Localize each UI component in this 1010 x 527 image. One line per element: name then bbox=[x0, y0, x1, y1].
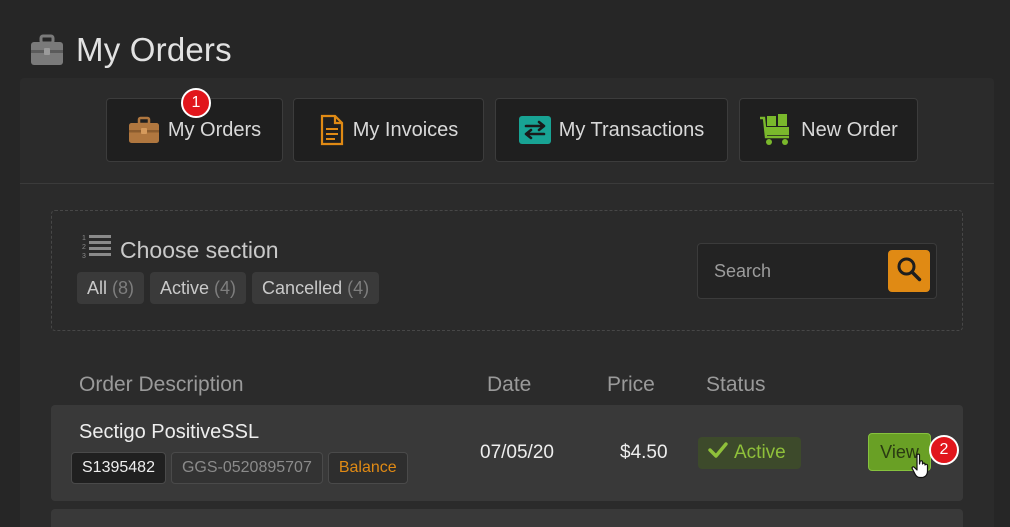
step-badge: 1 bbox=[181, 88, 211, 118]
status-badge: Active bbox=[698, 437, 801, 469]
filter-label: Cancelled bbox=[262, 277, 343, 298]
tab-my-invoices[interactable]: My Invoices bbox=[293, 98, 484, 162]
svg-text:1: 1 bbox=[82, 235, 86, 242]
column-header-description: Order Description bbox=[79, 373, 244, 396]
column-header-date: Date bbox=[487, 373, 532, 396]
column-header-price: Price bbox=[607, 373, 655, 396]
column-header-status: Status bbox=[706, 373, 766, 396]
nav-tabs: My Orders My Invoices My Transactions Ne… bbox=[20, 78, 994, 184]
svg-text:2: 2 bbox=[82, 244, 86, 251]
check-icon bbox=[708, 442, 728, 464]
tab-my-transactions[interactable]: My Transactions bbox=[495, 98, 728, 162]
page-title: My Orders bbox=[76, 31, 232, 68]
filter-all[interactable]: All (8) bbox=[77, 272, 145, 304]
filter-count: (4) bbox=[214, 277, 237, 298]
document-icon bbox=[319, 114, 345, 146]
order-id-tag: S1395482 bbox=[71, 452, 166, 484]
filter-count: (8) bbox=[112, 277, 135, 298]
briefcase-icon bbox=[28, 31, 66, 69]
order-price: $4.50 bbox=[620, 442, 668, 463]
filter-count: (4) bbox=[347, 277, 370, 298]
order-reference-tag: GGS-0520895707 bbox=[170, 452, 323, 484]
filter-label: Active bbox=[160, 277, 210, 298]
search-button[interactable] bbox=[888, 250, 930, 292]
tab-label: My Orders bbox=[167, 118, 262, 141]
tab-label: My Invoices bbox=[352, 118, 459, 141]
table-row: Sectigo PositiveSSL S1395482 GGS-0520895… bbox=[51, 405, 963, 501]
payment-method-tag: Balance bbox=[327, 452, 408, 484]
status-label: Active bbox=[734, 442, 786, 463]
briefcase-icon bbox=[128, 116, 160, 144]
tab-label: My Transactions bbox=[558, 118, 705, 141]
table-row bbox=[51, 509, 963, 527]
order-date: 07/05/20 bbox=[480, 442, 554, 463]
product-name: Sectigo PositiveSSL bbox=[79, 421, 260, 443]
choose-section-heading: 1 2 3 Choose section bbox=[82, 233, 279, 267]
hand-pointer-icon bbox=[911, 453, 931, 479]
search-icon bbox=[896, 256, 922, 287]
order-tags: S1395482 GGS-0520895707 Balance bbox=[71, 452, 408, 484]
filter-label: All bbox=[87, 277, 108, 298]
filter-options: All (8) Active (4) Cancelled (4) bbox=[77, 272, 380, 304]
search-input[interactable] bbox=[704, 250, 884, 292]
numbered-list-icon: 1 2 3 bbox=[82, 233, 112, 267]
tab-new-order[interactable]: New Order bbox=[739, 98, 918, 162]
transfer-arrows-icon bbox=[518, 116, 551, 144]
cart-icon bbox=[759, 114, 793, 146]
svg-text:3: 3 bbox=[82, 253, 86, 260]
section-filter: 1 2 3 Choose section All (8) Active (4) bbox=[51, 210, 963, 331]
step-badge: 2 bbox=[929, 435, 959, 465]
filter-cancelled[interactable]: Cancelled (4) bbox=[252, 272, 380, 304]
tab-label: New Order bbox=[801, 118, 898, 141]
choose-section-label: Choose section bbox=[120, 236, 279, 263]
filter-active[interactable]: Active (4) bbox=[150, 272, 247, 304]
page-header: My Orders bbox=[28, 28, 232, 72]
search-box bbox=[697, 243, 937, 299]
orders-panel: My Orders My Invoices My Transactions Ne… bbox=[20, 78, 994, 527]
